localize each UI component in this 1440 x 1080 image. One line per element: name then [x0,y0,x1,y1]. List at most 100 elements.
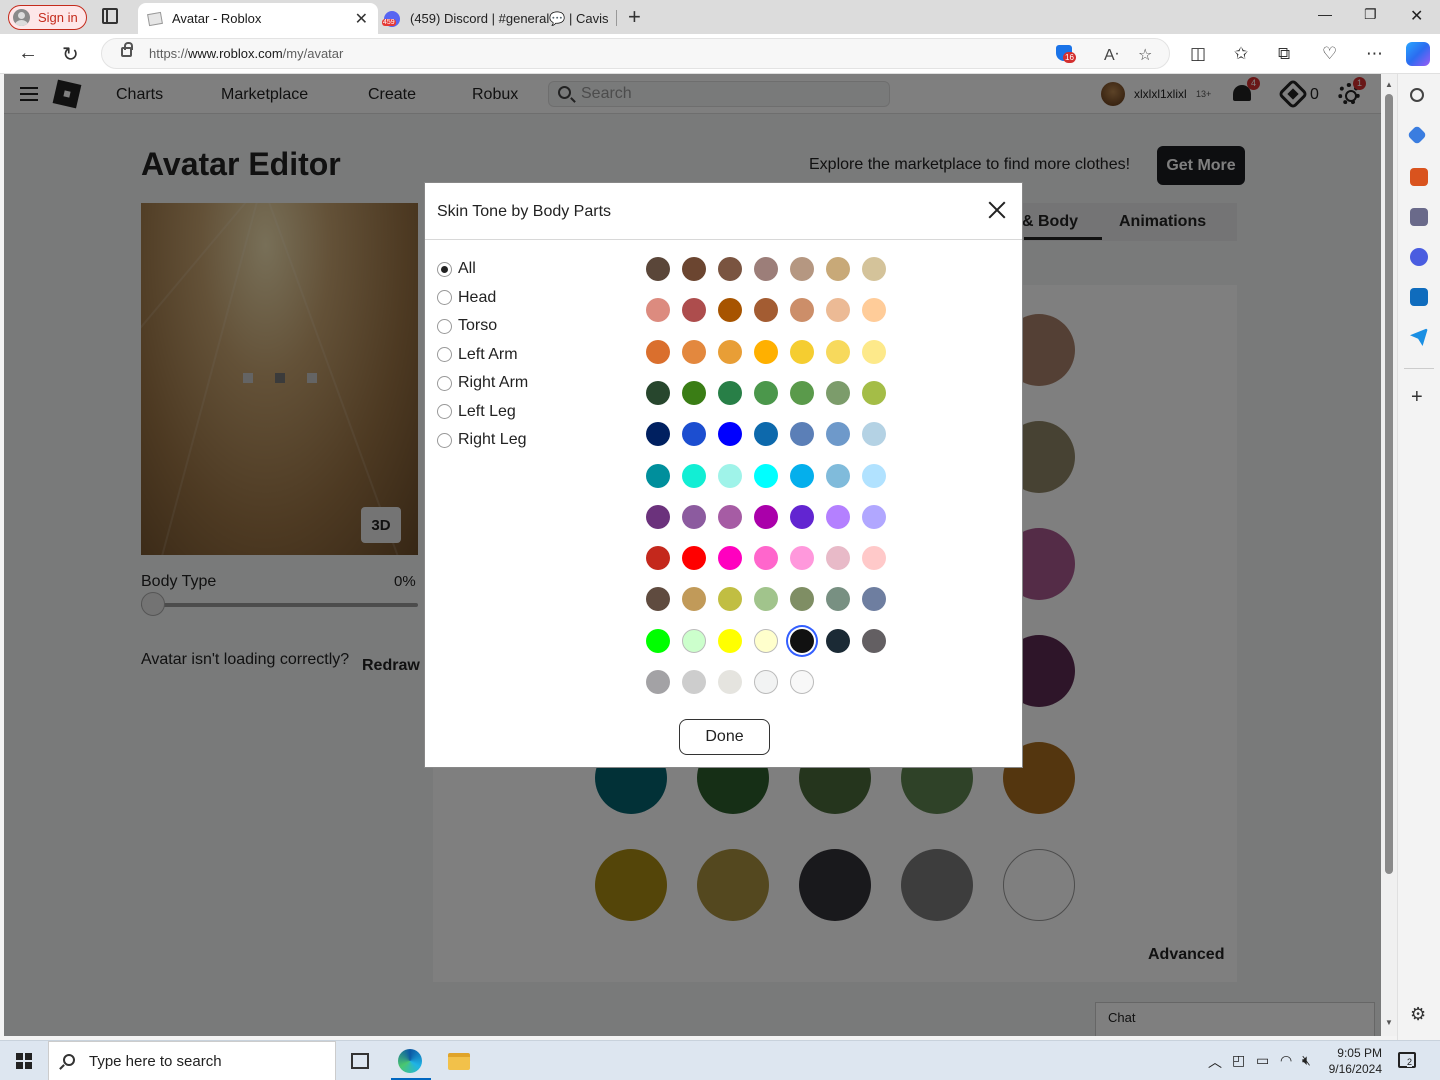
file-explorer-icon[interactable] [448,1053,470,1070]
notification-center-icon[interactable]: 2 [1398,1052,1416,1068]
skin-tone-swatch[interactable] [682,670,706,694]
skin-tone-swatch[interactable] [826,628,850,653]
skin-tone-swatch[interactable] [718,422,742,447]
back-arrow-icon[interactable]: ← [18,42,38,65]
skin-tone-swatch[interactable] [646,504,670,529]
skin-tone-swatch[interactable] [790,670,814,694]
skin-tone-swatch[interactable] [754,504,778,529]
skin-tone-swatch[interactable] [790,463,814,488]
scroll-down-icon[interactable]: ▼ [1385,1018,1393,1027]
battery-icon[interactable]: ▭ [1256,1052,1269,1069]
skin-tone-swatch[interactable] [718,546,742,571]
favorite-star-icon[interactable]: ☆ [1138,45,1152,65]
radio-button[interactable] [437,261,452,277]
add-sidebar-icon[interactable]: + [1411,386,1423,409]
skin-tone-swatch[interactable] [718,339,742,364]
shopping-tag-icon[interactable] [1407,125,1427,145]
radio-right-leg[interactable]: Right Leg [437,429,527,451]
meet-now-icon[interactable]: ◰ [1232,1052,1245,1069]
more-menu-icon[interactable]: ⋯ [1366,44,1383,64]
skin-tone-swatch[interactable] [718,298,742,323]
skin-tone-swatch[interactable] [754,463,778,488]
skin-tone-swatch[interactable] [862,504,886,529]
wifi-icon[interactable]: ◠ [1280,1052,1292,1069]
done-button[interactable]: Done [679,719,770,755]
tools-briefcase-icon[interactable] [1410,168,1428,186]
skin-tone-swatch[interactable] [754,628,778,653]
page-scrollbar[interactable]: ▲ ▼ [1381,74,1397,1036]
skin-tone-swatch[interactable] [754,257,778,281]
close-icon[interactable] [984,197,1012,225]
skin-tone-swatch[interactable] [862,339,886,364]
sidebar-search-icon[interactable] [1410,88,1424,102]
skin-tone-swatch[interactable] [682,298,706,323]
radio-button[interactable] [437,318,452,334]
skin-tone-swatch[interactable] [646,463,670,488]
skin-tone-swatch[interactable] [682,339,706,364]
radio-torso[interactable]: Torso [437,315,497,337]
skin-tone-swatch[interactable] [718,463,742,488]
skin-tone-swatch[interactable] [682,463,706,488]
profile-sign-in-button[interactable]: Sign in [8,5,87,30]
radio-head[interactable]: Head [437,287,496,309]
skin-tone-swatch[interactable] [646,587,670,612]
skin-tone-swatch[interactable] [754,422,778,447]
copilot-icon[interactable] [1406,42,1430,66]
radio-button[interactable] [437,432,452,448]
minimize-icon[interactable]: — [1318,6,1332,22]
skin-tone-swatch[interactable] [646,670,670,694]
outlook-icon[interactable] [1410,288,1428,306]
address-bar[interactable]: https://www.roblox.com/my/avatar 16 Aᐧ ☆ [101,38,1170,69]
tab-actions-icon[interactable] [102,8,118,24]
skin-tone-swatch[interactable] [646,546,670,571]
skin-tone-swatch[interactable] [682,257,706,281]
new-tab-icon[interactable]: + [628,4,641,30]
windows-start-icon[interactable] [16,1053,32,1069]
skin-tone-swatch[interactable] [682,546,706,571]
games-icon[interactable] [1410,208,1428,226]
tab-roblox-avatar[interactable]: Avatar - Roblox ✕ [138,3,378,34]
tracking-prevention-icon[interactable]: 16 [1056,45,1076,63]
task-view-icon[interactable] [351,1053,369,1069]
skin-tone-swatch[interactable] [754,339,778,364]
skin-tone-swatch[interactable] [790,546,814,571]
skin-tone-swatch[interactable] [826,380,850,405]
tab-discord[interactable]: (459) Discord | #general💬 | Cavis [382,3,616,34]
taskbar-search-input[interactable] [89,1053,329,1070]
scroll-up-icon[interactable]: ▲ [1385,80,1393,89]
skin-tone-swatch[interactable] [826,339,850,364]
drop-send-icon[interactable] [1410,328,1428,346]
skin-tone-swatch[interactable] [826,587,850,612]
edge-browser-icon[interactable] [398,1049,422,1073]
skin-tone-swatch[interactable] [790,504,814,529]
skin-tone-swatch[interactable] [646,628,670,653]
skin-tone-swatch[interactable] [682,380,706,405]
radio-button[interactable] [437,347,452,362]
skin-tone-swatch[interactable] [682,628,706,653]
radio-button[interactable] [437,375,452,391]
skin-tone-swatch[interactable] [826,422,850,447]
skin-tone-swatch[interactable] [646,339,670,364]
skin-tone-swatch[interactable] [790,422,814,447]
skin-tone-swatch[interactable] [718,587,742,612]
skin-tone-swatch[interactable] [862,546,886,571]
close-tab-icon[interactable]: ✕ [355,9,368,29]
radio-button[interactable] [437,404,452,419]
skin-tone-swatch[interactable] [790,587,814,612]
skin-tone-swatch[interactable] [718,670,742,694]
browser-essentials-icon[interactable]: ♡ [1322,44,1337,64]
skin-tone-swatch[interactable] [718,257,742,281]
refresh-icon[interactable]: ↻ [62,42,79,67]
taskbar-clock[interactable]: 9:05 PM 9/16/2024 [1320,1045,1382,1077]
skin-tone-swatch[interactable] [862,628,886,653]
volume-muted-icon[interactable]: 🔇︎ [1302,1052,1311,1069]
skin-tone-swatch[interactable] [826,298,850,323]
url-text[interactable]: https://www.roblox.com/my/avatar [149,46,343,61]
skin-tone-swatch[interactable] [718,628,742,653]
skin-tone-swatch[interactable] [646,298,670,323]
radio-right-arm[interactable]: Right Arm [437,372,528,394]
radio-left-leg[interactable]: Left Leg [437,401,516,423]
skin-tone-swatch[interactable] [862,380,886,405]
radio-all[interactable]: All [437,258,476,280]
skin-tone-swatch[interactable] [682,422,706,447]
